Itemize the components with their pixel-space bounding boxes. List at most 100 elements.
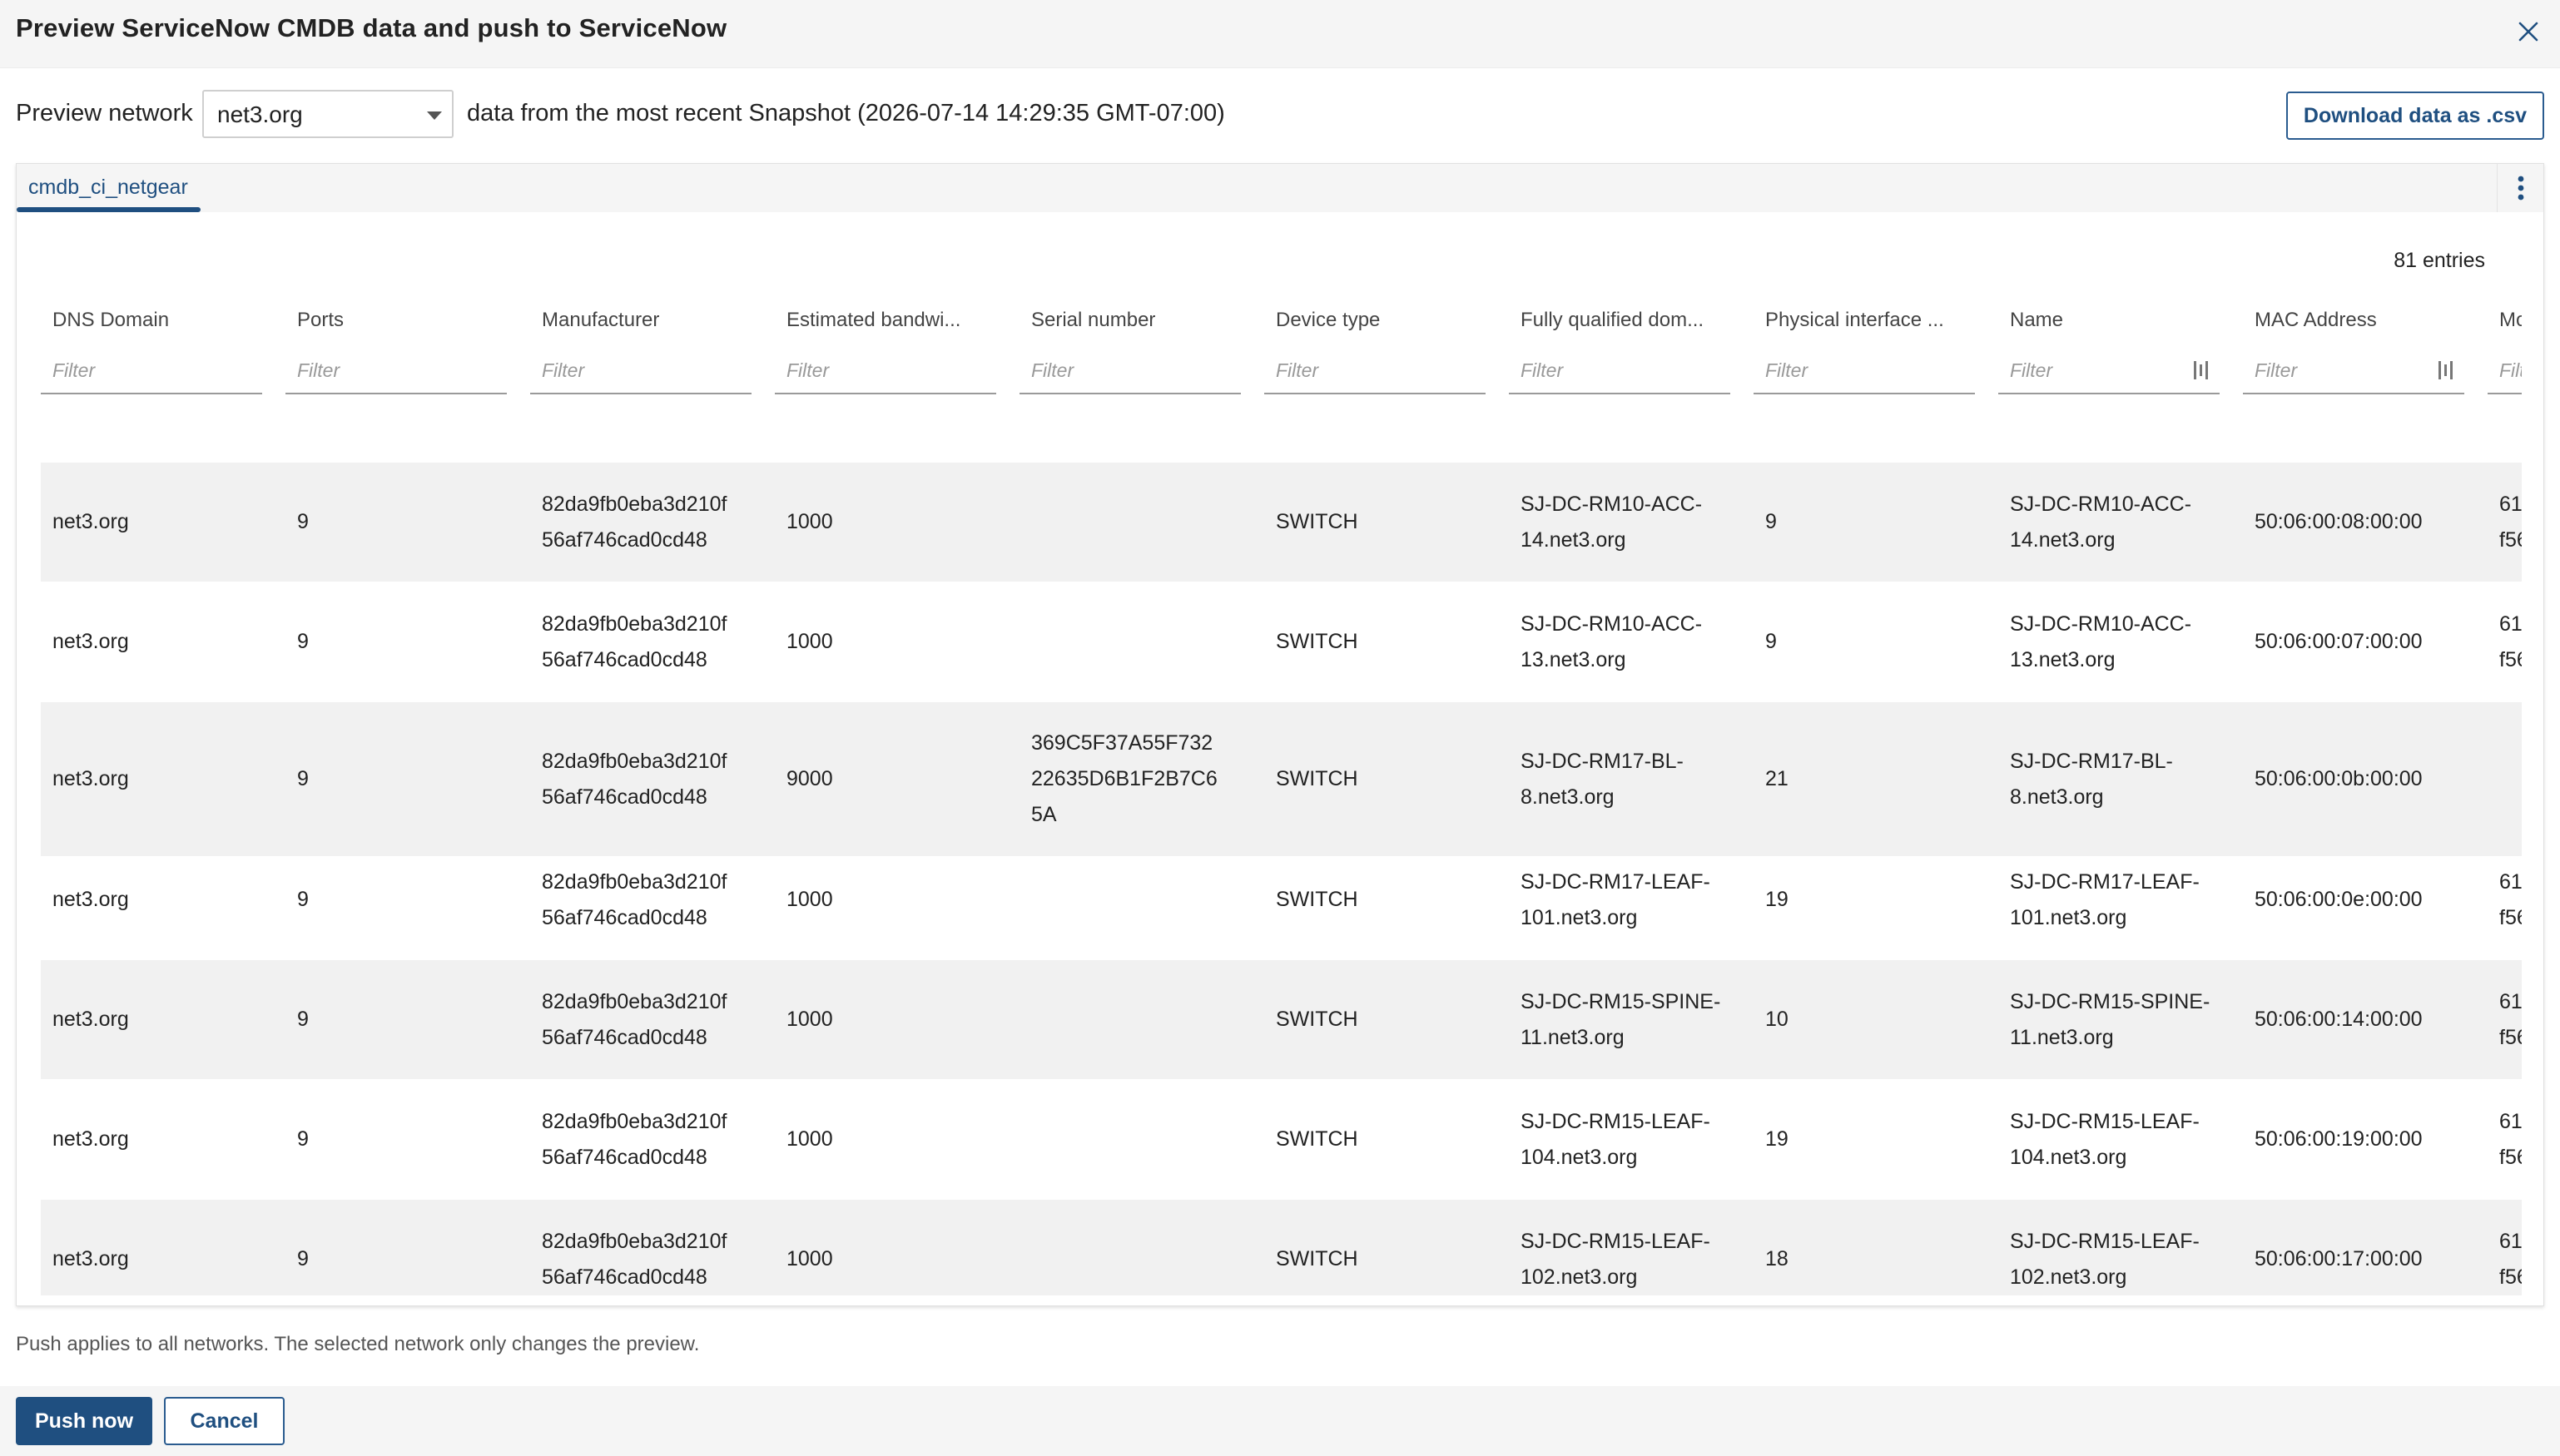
column-header-phys-if[interactable]: Physical interface ... bbox=[1765, 309, 1985, 332]
entries-count: 81 entries bbox=[2394, 249, 2485, 272]
preview-toolbar: Preview network net3.org data from the m… bbox=[0, 83, 2560, 146]
cell-line: SJ-DC-RM17-LEAF- bbox=[1521, 870, 1710, 894]
push-now-button[interactable]: Push now bbox=[16, 1397, 152, 1445]
cell-ports: 9 bbox=[297, 761, 517, 797]
cell-name: SJ-DC-RM10-ACC- 14.net3.org bbox=[2010, 487, 2230, 558]
filter-input-name[interactable]: Filter bbox=[1998, 343, 2220, 394]
filter-input-ports[interactable]: Filter bbox=[285, 343, 507, 394]
close-icon bbox=[2518, 22, 2538, 42]
cell-model: 618e5 f56af7 bbox=[2499, 487, 2522, 558]
cell-line: 82da9fb0eba3d210f bbox=[542, 990, 727, 1013]
cell-line: f56af7 bbox=[2499, 1026, 2522, 1049]
cell-bandwidth: 1000 bbox=[786, 882, 1006, 918]
cell-line: SWITCH bbox=[1276, 1247, 1358, 1270]
filter-input-model[interactable]: Filter bbox=[2488, 343, 2522, 394]
cell-phys-if: 19 bbox=[1765, 1122, 1985, 1157]
cell-line: net3.org bbox=[52, 1008, 129, 1031]
close-button[interactable] bbox=[2508, 12, 2548, 52]
filter-input-mac[interactable]: Filter bbox=[2243, 343, 2464, 394]
cell-line: SWITCH bbox=[1276, 630, 1358, 653]
preview-network-label: Preview network bbox=[16, 100, 193, 126]
column-header-ports[interactable]: Ports bbox=[297, 309, 517, 332]
cell-line: SWITCH bbox=[1276, 888, 1358, 911]
cell-name: SJ-DC-RM10-ACC- 13.net3.org bbox=[2010, 607, 2230, 678]
cell-device-type: SWITCH bbox=[1276, 1241, 1496, 1277]
cell-line: SJ-DC-RM15-LEAF- bbox=[1521, 1230, 1710, 1253]
cell-line: 82da9fb0eba3d210f bbox=[542, 493, 727, 516]
cell-line: 56af746cad0cd48 bbox=[542, 1026, 707, 1049]
cell-mac: 50:06:00:14:00:00 bbox=[2255, 1002, 2474, 1038]
column-header-dns-domain[interactable]: DNS Domain bbox=[52, 309, 272, 332]
table-row[interactable]: net3.org 9 82da9fb0eba3d210f 56af746cad0cd4… bbox=[41, 840, 2522, 959]
cell-bandwidth: 1000 bbox=[786, 624, 1006, 660]
cell-line: 1000 bbox=[786, 888, 833, 911]
cell-line: 18 bbox=[1765, 1247, 1789, 1270]
cell-ports: 9 bbox=[297, 624, 517, 660]
cancel-button[interactable]: Cancel bbox=[164, 1397, 285, 1445]
cell-line: 618e5 bbox=[2499, 1230, 2522, 1253]
column-resize-icon[interactable] bbox=[2436, 359, 2454, 381]
column-header-model[interactable]: Model bbox=[2499, 309, 2522, 332]
table-row[interactable]: net3.org 9 82da9fb0eba3d210f 56af746cad0cd4… bbox=[41, 1080, 2522, 1199]
cell-line: 618e5 bbox=[2499, 612, 2522, 636]
cell-line: 1000 bbox=[786, 1008, 833, 1031]
cell-line: SJ-DC-RM17-LEAF- bbox=[2010, 870, 2200, 894]
cell-line: 5A bbox=[1031, 803, 1057, 826]
table-row[interactable]: net3.org 9 82da9fb0eba3d210f 56af746cad0cd4… bbox=[41, 1200, 2522, 1295]
filter-input-manufacturer[interactable]: Filter bbox=[530, 343, 752, 394]
cell-line: 9 bbox=[297, 1247, 309, 1270]
table-row[interactable]: net3.org 9 82da9fb0eba3d210f 56af746cad0cd4… bbox=[41, 463, 2522, 582]
filter-input-dns-domain[interactable]: Filter bbox=[41, 343, 262, 394]
more-options-button[interactable] bbox=[2497, 164, 2543, 212]
table-row[interactable]: net3.org 9 82da9fb0eba3d210f 56af746cad0cd4… bbox=[41, 582, 2522, 701]
cell-line: 9 bbox=[297, 888, 309, 911]
cell-line: 82da9fb0eba3d210f bbox=[542, 870, 727, 894]
column-header-device-type[interactable]: Device type bbox=[1276, 309, 1496, 332]
cell-line: 1000 bbox=[786, 630, 833, 653]
filter-placeholder: Filter bbox=[2010, 359, 2053, 381]
cell-phys-if: 19 bbox=[1765, 882, 1985, 918]
filter-input-serial[interactable]: Filter bbox=[1020, 343, 1241, 394]
column-resize-icon[interactable] bbox=[2191, 359, 2210, 381]
cell-line: 50:06:00:08:00:00 bbox=[2255, 510, 2423, 533]
cell-line: f56af7 bbox=[2499, 906, 2522, 929]
cell-ports: 9 bbox=[297, 504, 517, 540]
cell-bandwidth: 1000 bbox=[786, 1241, 1006, 1277]
cell-line: 102.net3.org bbox=[2010, 1265, 2127, 1289]
download-csv-button[interactable]: Download data as .csv bbox=[2286, 92, 2544, 140]
filter-input-bandwidth[interactable]: Filter bbox=[775, 343, 996, 394]
cell-phys-if: 9 bbox=[1765, 624, 1985, 660]
cell-line: SJ-DC-RM15-LEAF- bbox=[2010, 1230, 2200, 1253]
column-header-mac[interactable]: MAC Address bbox=[2255, 309, 2474, 332]
cell-line: 10 bbox=[1765, 1008, 1789, 1031]
cell-dns-domain: net3.org bbox=[52, 1002, 272, 1038]
filter-input-device-type[interactable]: Filter bbox=[1264, 343, 1486, 394]
cell-line: 56af746cad0cd48 bbox=[542, 1146, 707, 1169]
column-header-name[interactable]: Name bbox=[2010, 309, 2230, 332]
filter-placeholder: Filter bbox=[1765, 359, 1808, 381]
cell-name: SJ-DC-RM17-LEAF- 101.net3.org bbox=[2010, 864, 2230, 936]
filter-input-fqdn[interactable]: Filter bbox=[1509, 343, 1730, 394]
column-header-serial[interactable]: Serial number bbox=[1031, 309, 1251, 332]
cell-manufacturer: 82da9fb0eba3d210f 56af746cad0cd48 bbox=[542, 864, 762, 936]
cell-device-type: SWITCH bbox=[1276, 1122, 1496, 1157]
network-select[interactable]: net3.org bbox=[202, 90, 454, 138]
tab-cmdb-ci-netgear[interactable]: cmdb_ci_netgear bbox=[17, 164, 201, 212]
table-header-row: DNS Domain Ports Manufacturer Estimated ban… bbox=[41, 289, 2522, 339]
filter-placeholder: Filter bbox=[1276, 359, 1319, 381]
cell-phys-if: 18 bbox=[1765, 1241, 1985, 1277]
cell-line: SJ-DC-RM15-SPINE- bbox=[1521, 990, 1721, 1013]
cell-manufacturer: 82da9fb0eba3d210f 56af746cad0cd48 bbox=[542, 984, 762, 1056]
cell-line: f56af7 bbox=[2499, 528, 2522, 552]
cell-manufacturer: 82da9fb0eba3d210f 56af746cad0cd48 bbox=[542, 1224, 762, 1295]
column-header-manufacturer[interactable]: Manufacturer bbox=[542, 309, 762, 332]
dialog-title: Preview ServiceNow CMDB data and push to… bbox=[16, 13, 727, 42]
column-header-bandwidth[interactable]: Estimated bandwi... bbox=[786, 309, 1006, 332]
filter-input-phys-if[interactable]: Filter bbox=[1754, 343, 1975, 394]
chevron-down-icon bbox=[427, 111, 442, 120]
cell-device-type: SWITCH bbox=[1276, 761, 1496, 797]
column-header-fqdn[interactable]: Fully qualified dom... bbox=[1521, 309, 1740, 332]
table-row[interactable]: net3.org 9 82da9fb0eba3d210f 56af746cad0cd4… bbox=[41, 702, 2522, 856]
table-row[interactable]: net3.org 9 82da9fb0eba3d210f 56af746cad0cd4… bbox=[41, 960, 2522, 1079]
cell-line: f56af7 bbox=[2499, 648, 2522, 671]
